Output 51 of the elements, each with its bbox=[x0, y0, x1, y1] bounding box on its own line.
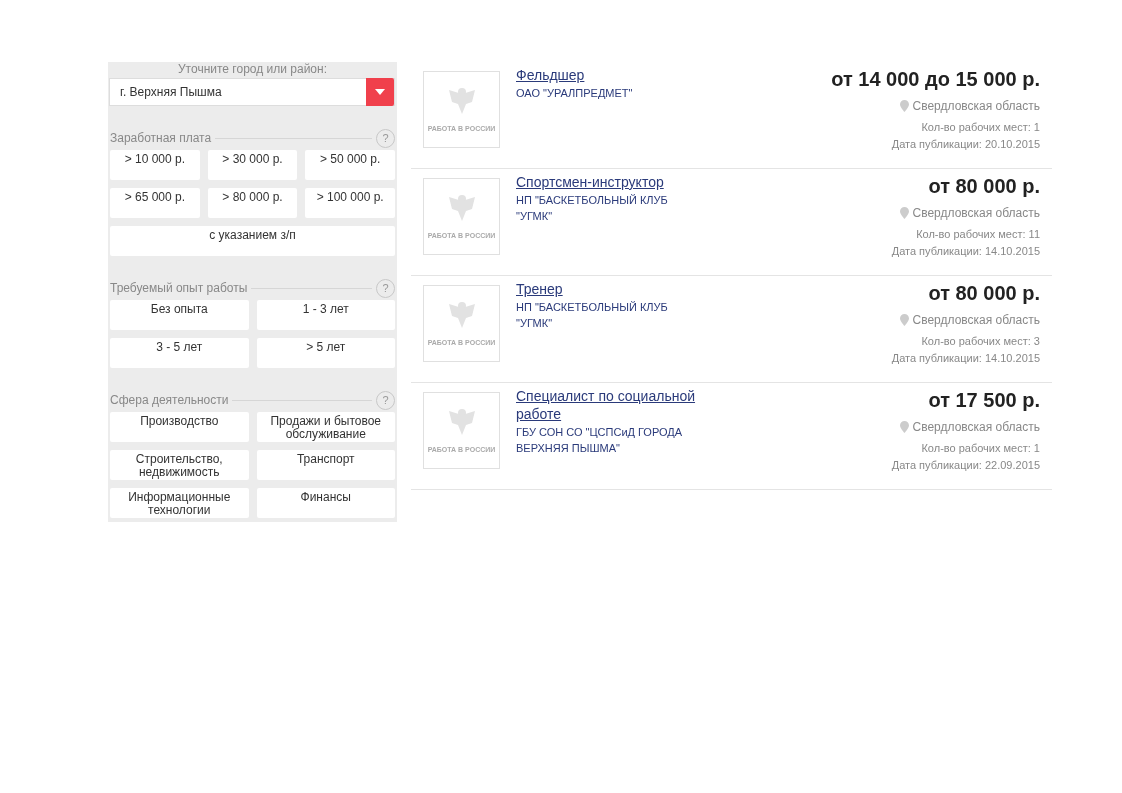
section-title: Требуемый опыт работы bbox=[110, 280, 248, 297]
section-title: Заработная плата bbox=[110, 130, 212, 147]
filter-option[interactable]: 3 - 5 лет bbox=[110, 338, 249, 368]
salary: от 80 000 р. bbox=[928, 174, 1040, 199]
publication-date: Дата публикации: 22.09.2015 bbox=[891, 458, 1040, 472]
location-pin-icon bbox=[899, 100, 909, 112]
publication-date: Дата публикации: 14.10.2015 bbox=[891, 244, 1040, 258]
city-select[interactable]: г. Верхняя Пышма bbox=[109, 78, 395, 106]
employer-name: ГБУ СОН СО "ЦСПСиД ГОРОДА ВЕРХНЯЯ ПЫШМА" bbox=[516, 425, 684, 456]
job-count: Кол-во рабочих мест: 1 bbox=[921, 441, 1040, 455]
job-count: Кол-во рабочих мест: 1 bbox=[921, 120, 1040, 134]
job-count: Кол-во рабочих мест: 3 bbox=[921, 334, 1040, 348]
filter-option[interactable]: Финансы bbox=[256, 488, 395, 518]
filter-option[interactable]: Информационные технологии bbox=[110, 488, 249, 518]
filter-option[interactable]: > 100 000 р. bbox=[305, 188, 395, 218]
employer-name: НП "БАСКЕТБОЛЬНЫЙ КЛУБ "УГМК" bbox=[516, 300, 669, 331]
section-title: Сфера деятельности bbox=[110, 392, 229, 409]
salary: от 17 500 р. bbox=[928, 388, 1040, 413]
caret-icon bbox=[375, 89, 385, 95]
job-count: Кол-во рабочих мест: 11 bbox=[916, 227, 1040, 241]
vacancy-title[interactable]: Фельдшер bbox=[516, 66, 726, 84]
filter-option[interactable]: > 65 000 р. bbox=[110, 188, 200, 218]
vacancy-title[interactable]: Специалист по социальной работе bbox=[516, 387, 726, 423]
location-pin-icon bbox=[899, 421, 909, 433]
filter-option[interactable]: Строительство, недвижимость bbox=[110, 450, 249, 480]
vacancy-title[interactable]: Тренер bbox=[516, 280, 726, 298]
publication-date: Дата публикации: 20.10.2015 bbox=[891, 137, 1040, 151]
region: Свердловская область bbox=[912, 419, 1040, 436]
salary: от 14 000 до 15 000 р. bbox=[831, 67, 1040, 92]
filter-option[interactable]: Производство bbox=[110, 412, 249, 442]
filter-option[interactable]: Транспорт bbox=[256, 450, 395, 480]
publication-date: Дата публикации: 14.10.2015 bbox=[891, 351, 1040, 365]
filter-option[interactable]: > 5 лет bbox=[256, 338, 395, 368]
city-label: Уточните город или район: bbox=[177, 62, 328, 76]
region: Свердловская область bbox=[912, 312, 1040, 329]
filter-option[interactable]: > 80 000 р. bbox=[207, 188, 298, 218]
region: Свердловская область bbox=[912, 205, 1040, 222]
salary: от 80 000 р. bbox=[928, 281, 1040, 306]
location-pin-icon bbox=[899, 207, 909, 219]
filter-option[interactable]: с указанием з/п bbox=[110, 226, 395, 256]
vacancy-title[interactable]: Спортсмен-инструктор bbox=[516, 173, 726, 191]
filter-option[interactable]: > 10 000 р. bbox=[110, 150, 200, 180]
location-pin-icon bbox=[899, 314, 909, 326]
filter-option[interactable]: > 50 000 р. bbox=[305, 150, 395, 180]
filter-option[interactable]: Без опыта bbox=[110, 300, 249, 330]
filter-option[interactable]: > 30 000 р. bbox=[207, 150, 298, 180]
filter-option[interactable]: Продажи и бытовое обслуживание bbox=[256, 412, 395, 442]
employer-name: НП "БАСКЕТБОЛЬНЫЙ КЛУБ "УГМК" bbox=[516, 193, 669, 224]
region: Свердловская область bbox=[912, 98, 1040, 115]
filter-option[interactable]: 1 - 3 лет bbox=[256, 300, 395, 330]
employer-name: ОАО "УРАЛПРЕДМЕТ" bbox=[516, 86, 634, 101]
